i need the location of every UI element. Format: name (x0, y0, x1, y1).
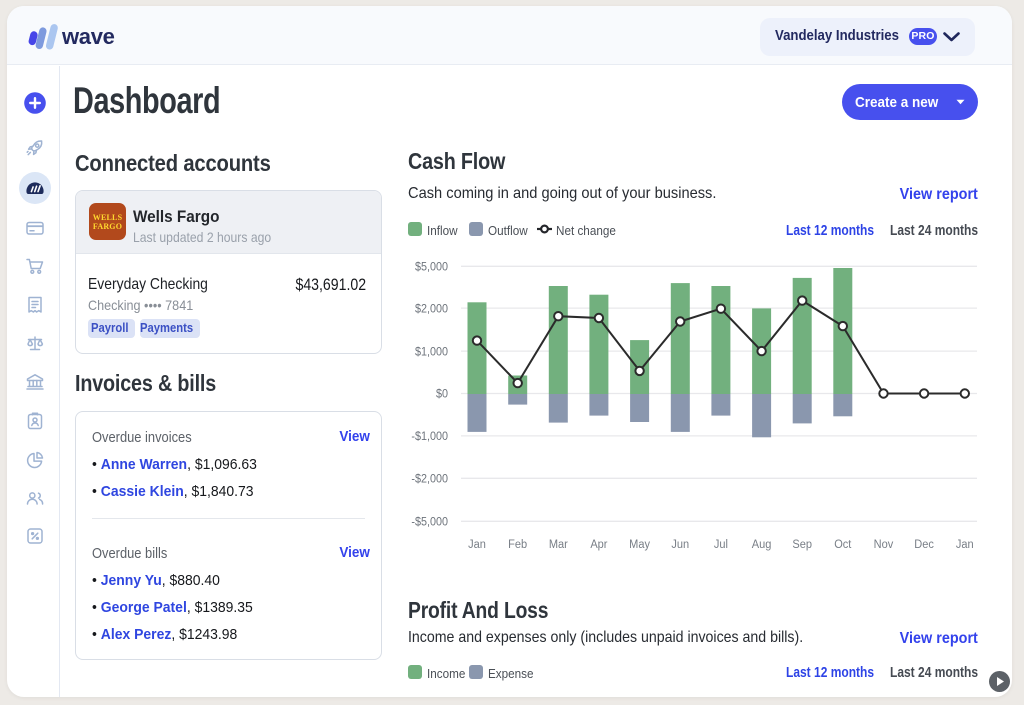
svg-text:Jul: Jul (714, 539, 728, 551)
svg-text:Nov: Nov (874, 539, 894, 551)
svg-text:Dec: Dec (914, 539, 934, 551)
svg-text:Jan: Jan (468, 539, 486, 551)
svg-text:Jun: Jun (671, 539, 689, 551)
svg-text:$2,000: $2,000 (415, 303, 448, 316)
svg-text:$5,000: $5,000 (415, 261, 448, 274)
svg-text:May: May (629, 539, 650, 551)
svg-text:Jan: Jan (956, 539, 974, 551)
svg-text:-$2,000: -$2,000 (411, 473, 448, 486)
svg-text:-$1,000: -$1,000 (411, 431, 448, 444)
svg-text:Feb: Feb (508, 539, 527, 551)
svg-text:Mar: Mar (549, 539, 568, 551)
svg-text:$0: $0 (436, 388, 448, 401)
svg-text:Apr: Apr (590, 539, 607, 551)
svg-text:Sep: Sep (792, 539, 812, 551)
svg-text:$1,000: $1,000 (415, 346, 448, 359)
svg-text:Aug: Aug (752, 539, 772, 551)
svg-text:Oct: Oct (834, 539, 852, 551)
svg-text:-$5,000: -$5,000 (411, 516, 448, 529)
